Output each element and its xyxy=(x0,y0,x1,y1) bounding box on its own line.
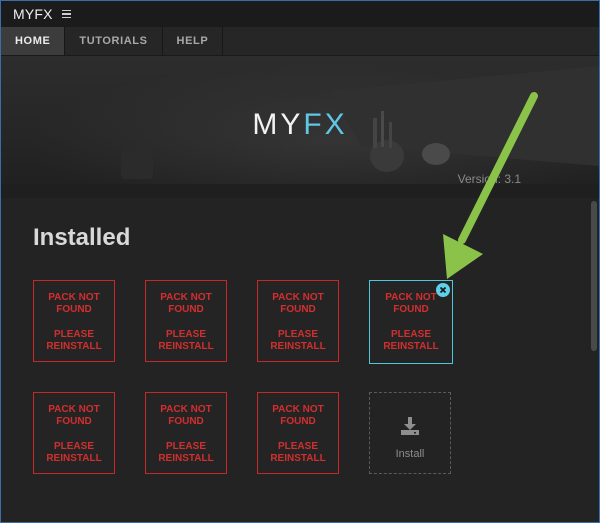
pack-status: PACK NOT FOUND xyxy=(48,292,100,315)
pack-action: PLEASE REINSTALL xyxy=(270,329,326,352)
app-title: MYFX xyxy=(13,6,53,22)
pack-status: PACK NOT FOUND xyxy=(272,404,324,427)
remove-pack-close-icon[interactable] xyxy=(436,283,450,297)
close-icon xyxy=(439,286,447,294)
pack-action: PLEASE REINSTALL xyxy=(158,441,214,464)
pack-action: PLEASE REINSTALL xyxy=(383,329,439,352)
hamburger-menu-icon[interactable] xyxy=(61,9,71,19)
install-label: Install xyxy=(395,448,425,460)
tab-bar: HOME TUTORIALS HELP xyxy=(1,27,599,56)
pack-action: PLEASE REINSTALL xyxy=(46,441,102,464)
installed-title: Installed xyxy=(33,224,131,251)
pack-tile-1[interactable]: PACK NOT FOUND PLEASE REINSTALL xyxy=(33,280,115,362)
logo-text-my: MY xyxy=(252,108,304,141)
pack-tile-6[interactable]: PACK NOT FOUND PLEASE REINSTALL xyxy=(145,392,227,474)
pack-action: PLEASE REINSTALL xyxy=(270,441,326,464)
app-window: MYFX HOME TUTORIALS HELP MYFX Version: 3… xyxy=(0,0,600,523)
pack-status: PACK NOT FOUND xyxy=(48,404,100,427)
pack-tile-4-selected[interactable]: PACK NOT FOUND PLEASE REINSTALL xyxy=(369,280,453,364)
download-icon xyxy=(401,417,419,435)
pack-tile-5[interactable]: PACK NOT FOUND PLEASE REINSTALL xyxy=(33,392,115,474)
pack-action: PLEASE REINSTALL xyxy=(46,329,102,352)
tab-tutorials[interactable]: TUTORIALS xyxy=(65,27,163,55)
pack-tile-2[interactable]: PACK NOT FOUND PLEASE REINSTALL xyxy=(145,280,227,362)
pack-tile-3[interactable]: PACK NOT FOUND PLEASE REINSTALL xyxy=(257,280,339,362)
title-bar: MYFX xyxy=(1,1,599,27)
logo-text-fx: FX xyxy=(303,108,348,141)
scrollbar-thumb[interactable] xyxy=(591,201,597,351)
hero-banner: MYFX Version: 3.1 xyxy=(1,56,599,198)
version-label: Version: 3.1 xyxy=(457,172,521,186)
myfx-logo: MYFX xyxy=(1,108,599,142)
pack-action: PLEASE REINSTALL xyxy=(158,329,214,352)
pack-status: PACK NOT FOUND xyxy=(272,292,324,315)
install-pack-button[interactable]: Install xyxy=(369,392,451,474)
tab-home[interactable]: HOME xyxy=(1,27,66,55)
installed-section: Installed PACK NOT FOUND PLEASE REINSTAL… xyxy=(1,198,599,522)
pack-tile-7[interactable]: PACK NOT FOUND PLEASE REINSTALL xyxy=(257,392,339,474)
pack-status: PACK NOT FOUND xyxy=(160,404,212,427)
tab-help[interactable]: HELP xyxy=(163,27,224,55)
pack-status: PACK NOT FOUND xyxy=(160,292,212,315)
